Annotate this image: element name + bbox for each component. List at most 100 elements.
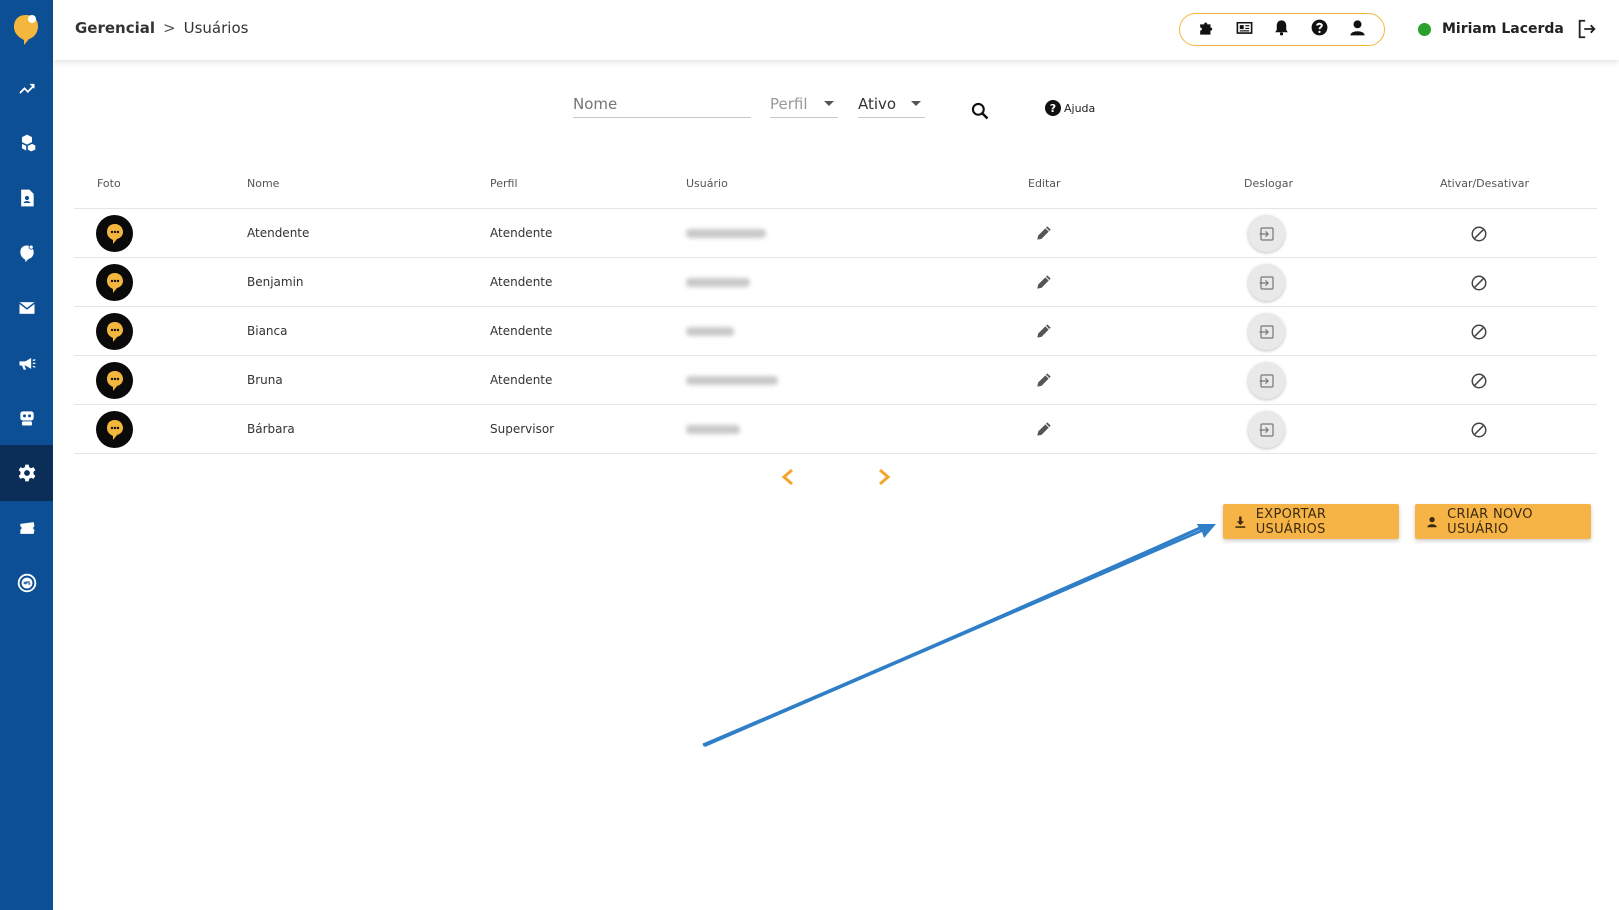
- column-header-deslogar: Deslogar: [1244, 177, 1294, 190]
- edit-user-button[interactable]: [1034, 370, 1056, 392]
- sidebar-item-modules[interactable]: [0, 115, 53, 171]
- megaphone-icon: [19, 358, 36, 370]
- newspaper-icon[interactable]: [1235, 18, 1254, 41]
- table-row: Bianca Atendente: [74, 307, 1597, 356]
- sidebar-item-campaigns[interactable]: [0, 335, 53, 391]
- bell-icon[interactable]: [1272, 18, 1291, 41]
- user-profile-cell: Atendente: [490, 373, 553, 387]
- name-filter-input[interactable]: [573, 90, 751, 118]
- robot-icon: [19, 411, 34, 426]
- deactivate-user-button[interactable]: [1470, 274, 1488, 292]
- breadcrumb-current: Usuários: [183, 19, 249, 37]
- edit-user-button[interactable]: [1034, 321, 1056, 343]
- breadcrumb-root[interactable]: Gerencial: [75, 19, 155, 37]
- status-filter-select[interactable]: Ativo: [858, 90, 925, 118]
- next-page-button[interactable]: [876, 468, 894, 488]
- arrow-shape: [703, 524, 1216, 747]
- logout-icon[interactable]: [1576, 18, 1598, 40]
- logout-user-button[interactable]: [1248, 215, 1285, 252]
- ban-icon: [1471, 275, 1487, 291]
- help-circle-icon: ?: [1045, 100, 1061, 116]
- deactivate-user-button[interactable]: [1470, 225, 1488, 243]
- username-cell-blurred: [686, 425, 740, 434]
- search-button[interactable]: [970, 101, 992, 123]
- username-cell-blurred: [686, 327, 734, 336]
- sidebar-item-contacts[interactable]: [0, 170, 53, 226]
- chevron-right-icon: [879, 468, 891, 486]
- export-users-button[interactable]: EXPORTAR USUÁRIOS: [1223, 504, 1399, 539]
- status-filter-value: Ativo: [858, 94, 897, 113]
- user-name-cell: Bianca: [247, 324, 288, 338]
- app-logo-icon[interactable]: [11, 12, 41, 46]
- sidebar-item-settings[interactable]: [0, 445, 53, 501]
- table-row: Atendente Atendente: [74, 209, 1597, 258]
- export-users-label: EXPORTAR USUÁRIOS: [1255, 506, 1327, 537]
- table-row: Bárbara Supervisor: [74, 405, 1597, 454]
- sign-in-icon: [1259, 275, 1274, 290]
- user-name[interactable]: Miriam Lacerda: [1442, 21, 1564, 37]
- user-name-cell: Bárbara: [247, 422, 295, 436]
- arrow-shaft: [702, 526, 1201, 747]
- table-row: Benjamin Atendente: [74, 258, 1597, 307]
- deactivate-user-button[interactable]: [1470, 421, 1488, 439]
- sidebar-item-dashboard[interactable]: [0, 60, 53, 116]
- sidebar-item-email[interactable]: [0, 280, 53, 336]
- help-link[interactable]: ? Ajuda: [1045, 100, 1095, 116]
- sidebar-item-bots[interactable]: [0, 390, 53, 446]
- avatar: [96, 362, 133, 399]
- sign-in-icon: [1259, 324, 1274, 339]
- profile-filter-select[interactable]: Perfil: [770, 90, 838, 118]
- ticket-icon: [19, 522, 34, 534]
- deactivate-user-button[interactable]: [1470, 323, 1488, 341]
- nps-icon: [17, 573, 36, 593]
- header-toolbar: [1179, 13, 1385, 46]
- table-header: Foto Nome Perfil Usuário Editar Deslogar…: [74, 165, 1597, 209]
- edit-user-button[interactable]: [1034, 419, 1056, 441]
- edit-user-button[interactable]: [1034, 223, 1056, 245]
- users-table: Foto Nome Perfil Usuário Editar Deslogar…: [74, 165, 1597, 454]
- avatar: [96, 313, 133, 350]
- logout-user-button[interactable]: [1248, 411, 1285, 448]
- logout-user-button[interactable]: [1248, 264, 1285, 301]
- sign-in-icon: [1259, 226, 1274, 241]
- sidebar-item-tickets[interactable]: [0, 500, 53, 556]
- sidebar-item-nps[interactable]: [0, 555, 53, 611]
- caret-down-icon: [824, 101, 834, 106]
- help-circle-icon[interactable]: [1310, 18, 1329, 41]
- column-header-nome: Nome: [247, 177, 280, 190]
- avatar: [96, 215, 133, 252]
- chat-logo-icon: [106, 321, 123, 342]
- table-row: Bruna Atendente: [74, 356, 1597, 405]
- puzzle-icon[interactable]: [1197, 18, 1216, 41]
- avatar: [96, 411, 133, 448]
- column-header-ativar: Ativar/Desativar: [1440, 177, 1530, 190]
- user-name-cell: Atendente: [247, 226, 310, 240]
- user-icon: [1427, 516, 1437, 527]
- column-header-editar: Editar: [1028, 177, 1061, 190]
- sidebar-item-chat[interactable]: [0, 225, 53, 281]
- sign-in-icon: [1259, 422, 1274, 437]
- logout-user-button[interactable]: [1248, 362, 1285, 399]
- user-icon[interactable]: [1348, 18, 1367, 41]
- edit-user-button[interactable]: [1034, 272, 1056, 294]
- profile-filter-label: Perfil: [770, 94, 808, 113]
- contact-card-icon: [20, 189, 34, 207]
- chart-trend-icon: [19, 83, 34, 94]
- chat-bubble-icon: [19, 244, 34, 263]
- search-icon: [971, 102, 989, 120]
- cubes-icon: [21, 134, 35, 152]
- chat-logo-icon: [106, 419, 123, 440]
- chat-logo-icon: [106, 370, 123, 391]
- deactivate-user-button[interactable]: [1470, 372, 1488, 390]
- previous-page-button[interactable]: [780, 468, 798, 488]
- user-profile-cell: Atendente: [490, 275, 553, 289]
- online-status-indicator: [1418, 23, 1431, 36]
- user-profile-cell: Atendente: [490, 324, 553, 338]
- caret-down-icon: [911, 101, 921, 106]
- chat-logo-icon: [106, 223, 123, 244]
- chevron-right-icon: >: [163, 19, 176, 37]
- logout-user-button[interactable]: [1248, 313, 1285, 350]
- create-user-button[interactable]: CRIAR NOVO USUÁRIO: [1415, 504, 1591, 539]
- column-header-usuario: Usuário: [686, 177, 728, 190]
- annotation-arrow: [702, 524, 1216, 747]
